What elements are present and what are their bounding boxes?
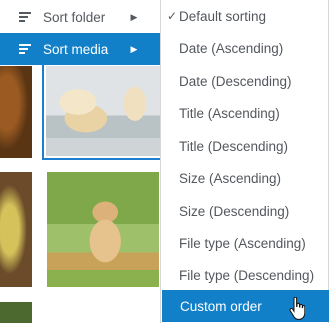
- menu-item-label: Title (Descending): [179, 138, 289, 154]
- menu-item-label: File type (Descending): [179, 267, 315, 283]
- sort-folder-menu-item[interactable]: Sort folder ▶: [0, 1, 160, 33]
- media-thumbnail[interactable]: [47, 172, 159, 287]
- sort-lines-icon: [19, 44, 35, 54]
- media-thumbnail[interactable]: [0, 66, 32, 158]
- sort-media-menu-item[interactable]: Sort media ▶: [0, 33, 160, 65]
- menu-item-date-asc[interactable]: Date (Ascending): [161, 32, 328, 64]
- menu-item-default-sorting[interactable]: ✓ Default sorting: [161, 0, 328, 32]
- sort-media-submenu: ✓ Default sorting Date (Ascending) Date …: [160, 0, 329, 323]
- menu-item-title-asc[interactable]: Title (Ascending): [161, 97, 328, 129]
- sort-lines-icon: [19, 12, 35, 22]
- menu-item-label: Size (Ascending): [179, 170, 282, 186]
- menu-item-title-desc[interactable]: Title (Descending): [161, 130, 328, 162]
- menu-item-label: Title (Ascending): [179, 105, 280, 121]
- sort-media-label: Sort media: [43, 41, 109, 57]
- menu-item-label: Date (Descending): [179, 73, 292, 89]
- media-thumbnail[interactable]: [0, 302, 32, 323]
- menu-item-label: File type (Ascending): [179, 235, 306, 251]
- chevron-right-icon: ▶: [130, 43, 138, 54]
- media-thumbnail-selected[interactable]: [42, 62, 164, 160]
- sort-folder-label: Sort folder: [43, 9, 106, 25]
- menu-item-size-asc[interactable]: Size (Ascending): [161, 162, 328, 194]
- menu-item-date-desc[interactable]: Date (Descending): [161, 65, 328, 97]
- hand-pointer-icon: [289, 297, 305, 320]
- media-thumbnail[interactable]: [0, 172, 32, 287]
- check-icon: ✓: [167, 9, 178, 23]
- menu-item-label: Date (Ascending): [179, 40, 284, 56]
- menu-item-label: Default sorting: [179, 8, 267, 24]
- menu-item-label: Custom order: [180, 298, 262, 314]
- menu-item-filetype-desc[interactable]: File type (Descending): [161, 259, 328, 291]
- puppies-image: [46, 66, 160, 156]
- menu-item-label: Size (Descending): [179, 203, 290, 219]
- chevron-right-icon: ▶: [130, 11, 138, 22]
- menu-item-filetype-asc[interactable]: File type (Ascending): [161, 227, 328, 259]
- menu-item-size-desc[interactable]: Size (Descending): [161, 195, 328, 227]
